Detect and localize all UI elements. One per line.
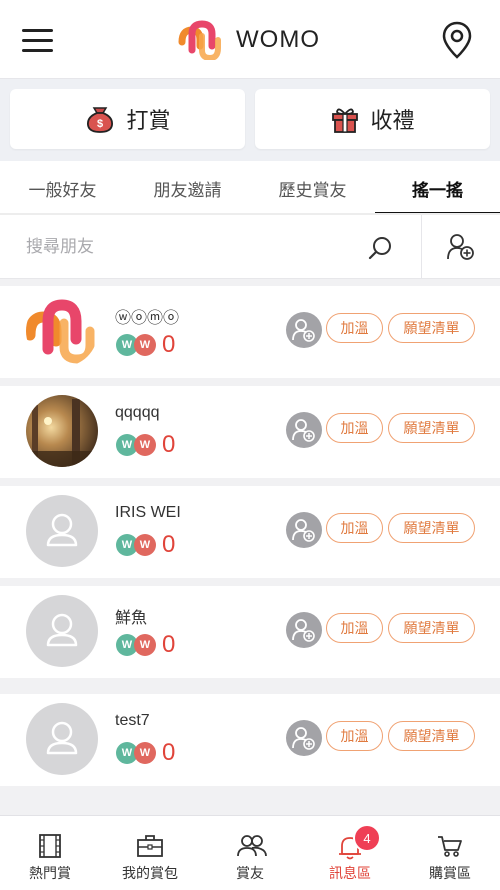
- user-placeholder-icon: [46, 613, 78, 647]
- wishlist-button[interactable]: 願望清單: [388, 513, 475, 543]
- add-friend-icon[interactable]: [446, 233, 476, 261]
- search-icon[interactable]: [368, 235, 394, 261]
- coin-balance: W W 0: [116, 331, 175, 359]
- coin-count: 0: [162, 631, 176, 658]
- add-friend-button[interactable]: [286, 512, 322, 548]
- friend-row[interactable]: ⓦⓞⓜⓞ W W 0 加溫 願望清單: [0, 286, 500, 378]
- gift-box-icon: [332, 108, 359, 133]
- svg-text:$: $: [97, 118, 103, 130]
- nav-friends[interactable]: 賞友: [200, 816, 300, 890]
- red-coin-icon: W: [134, 334, 156, 356]
- search-input[interactable]: [24, 229, 358, 265]
- nav-shop[interactable]: 購賞區: [400, 816, 500, 890]
- tab-general-friends[interactable]: 一般好友: [0, 161, 125, 215]
- gift-label: 收禮: [370, 108, 415, 133]
- warm-up-button[interactable]: 加溫: [326, 721, 383, 751]
- nav-hot[interactable]: 熱門賞: [0, 816, 100, 890]
- warm-up-button[interactable]: 加溫: [326, 313, 383, 343]
- friend-row[interactable]: 鮮魚 W W 0 加溫 願望清單: [0, 586, 500, 678]
- nav-label: 熱門賞: [29, 865, 71, 881]
- red-coin-icon: W: [134, 434, 156, 456]
- people-icon: [237, 835, 267, 857]
- tab-label: 搖一搖: [412, 180, 463, 200]
- tab-label: 一般好友: [28, 180, 97, 200]
- film-icon: [39, 834, 61, 858]
- add-person-icon: [292, 319, 315, 342]
- friend-name: ⓦⓞⓜⓞ: [115, 310, 180, 327]
- coin-count: 0: [162, 739, 176, 766]
- search-bar: [0, 215, 500, 279]
- hamburger-menu-icon[interactable]: [22, 27, 54, 53]
- friend-row[interactable]: IRIS WEI W W 0 加溫 願望清單: [0, 486, 500, 578]
- nav-label: 我的賞包: [122, 865, 178, 881]
- coin-balance: W W 0: [116, 631, 175, 659]
- coin-balance: W W 0: [116, 531, 175, 559]
- wishlist-button[interactable]: 願望清單: [388, 313, 475, 343]
- coin-balance: W W 0: [116, 431, 175, 459]
- friend-name: 鮮魚: [115, 610, 148, 627]
- add-friend-button[interactable]: [286, 720, 322, 756]
- red-coin-icon: W: [134, 634, 156, 656]
- friend-name: test7: [115, 712, 150, 729]
- cart-icon: [438, 836, 462, 857]
- app-header: WOMO: [0, 0, 500, 79]
- friend-name: qqqqq: [115, 404, 160, 421]
- nav-label: 賞友: [236, 865, 264, 881]
- avatar: [26, 703, 98, 775]
- search-divider: [421, 215, 422, 278]
- wishlist-button[interactable]: 願望清單: [388, 613, 475, 643]
- unread-badge: 4: [353, 824, 381, 852]
- nav-my-wallet[interactable]: 我的賞包: [100, 816, 200, 890]
- friend-name: IRIS WEI: [115, 504, 181, 521]
- app-title: WOMO: [236, 26, 320, 53]
- womo-logo-avatar: [26, 295, 98, 367]
- add-friend-button[interactable]: [286, 312, 322, 348]
- tab-history-friends[interactable]: 歷史賞友: [250, 161, 375, 215]
- action-row: $ 打賞 收禮: [0, 79, 500, 161]
- red-coin-icon: W: [134, 534, 156, 556]
- wishlist-button[interactable]: 願望清單: [388, 413, 475, 443]
- map-pin-icon[interactable]: [440, 20, 474, 60]
- add-person-icon: [292, 419, 315, 442]
- tab-friend-invites[interactable]: 朋友邀請: [125, 161, 250, 215]
- add-person-icon: [292, 519, 315, 542]
- avatar: [26, 595, 98, 667]
- friend-row[interactable]: test7 W W 0 加溫 願望清單: [0, 694, 500, 786]
- user-placeholder-icon: [46, 513, 78, 547]
- tab-label: 歷史賞友: [278, 180, 347, 200]
- user-placeholder-icon: [46, 721, 78, 755]
- warm-up-button[interactable]: 加溫: [326, 413, 383, 443]
- red-coin-icon: W: [134, 742, 156, 764]
- friend-row[interactable]: qqqqq W W 0 加溫 願望清單: [0, 386, 500, 478]
- tip-label: 打賞: [126, 108, 171, 133]
- coin-count: 0: [162, 431, 176, 458]
- tip-button[interactable]: $ 打賞: [10, 89, 245, 149]
- coin-count: 0: [162, 531, 176, 558]
- friend-tabs: 一般好友 朋友邀請 歷史賞友 搖一搖: [0, 161, 500, 215]
- add-friend-button[interactable]: [286, 612, 322, 648]
- bottom-nav: 熱門賞 我的賞包 賞友 4 訊息區 購賞區: [0, 815, 500, 890]
- womo-logo-icon: [178, 20, 221, 60]
- add-person-icon: [292, 619, 315, 642]
- add-friend-button[interactable]: [286, 412, 322, 448]
- nav-label: 購賞區: [429, 865, 471, 881]
- avatar: [26, 295, 98, 367]
- tab-shake[interactable]: 搖一搖: [375, 161, 500, 215]
- coin-count: 0: [162, 331, 176, 358]
- app-logo: WOMO: [178, 20, 320, 60]
- tab-label: 朋友邀請: [153, 180, 222, 200]
- forest-photo-avatar: [26, 395, 98, 467]
- warm-up-button[interactable]: 加溫: [326, 513, 383, 543]
- nav-label: 訊息區: [329, 865, 371, 881]
- briefcase-icon: [137, 835, 163, 857]
- avatar: [26, 395, 98, 467]
- warm-up-button[interactable]: 加溫: [326, 613, 383, 643]
- money-bag-icon: $: [87, 107, 114, 133]
- nav-messages[interactable]: 4 訊息區: [300, 816, 400, 890]
- avatar: [26, 495, 98, 567]
- wishlist-button[interactable]: 願望清單: [388, 721, 475, 751]
- coin-balance: W W 0: [116, 739, 175, 767]
- add-person-icon: [292, 727, 315, 750]
- gift-button[interactable]: 收禮: [255, 89, 490, 149]
